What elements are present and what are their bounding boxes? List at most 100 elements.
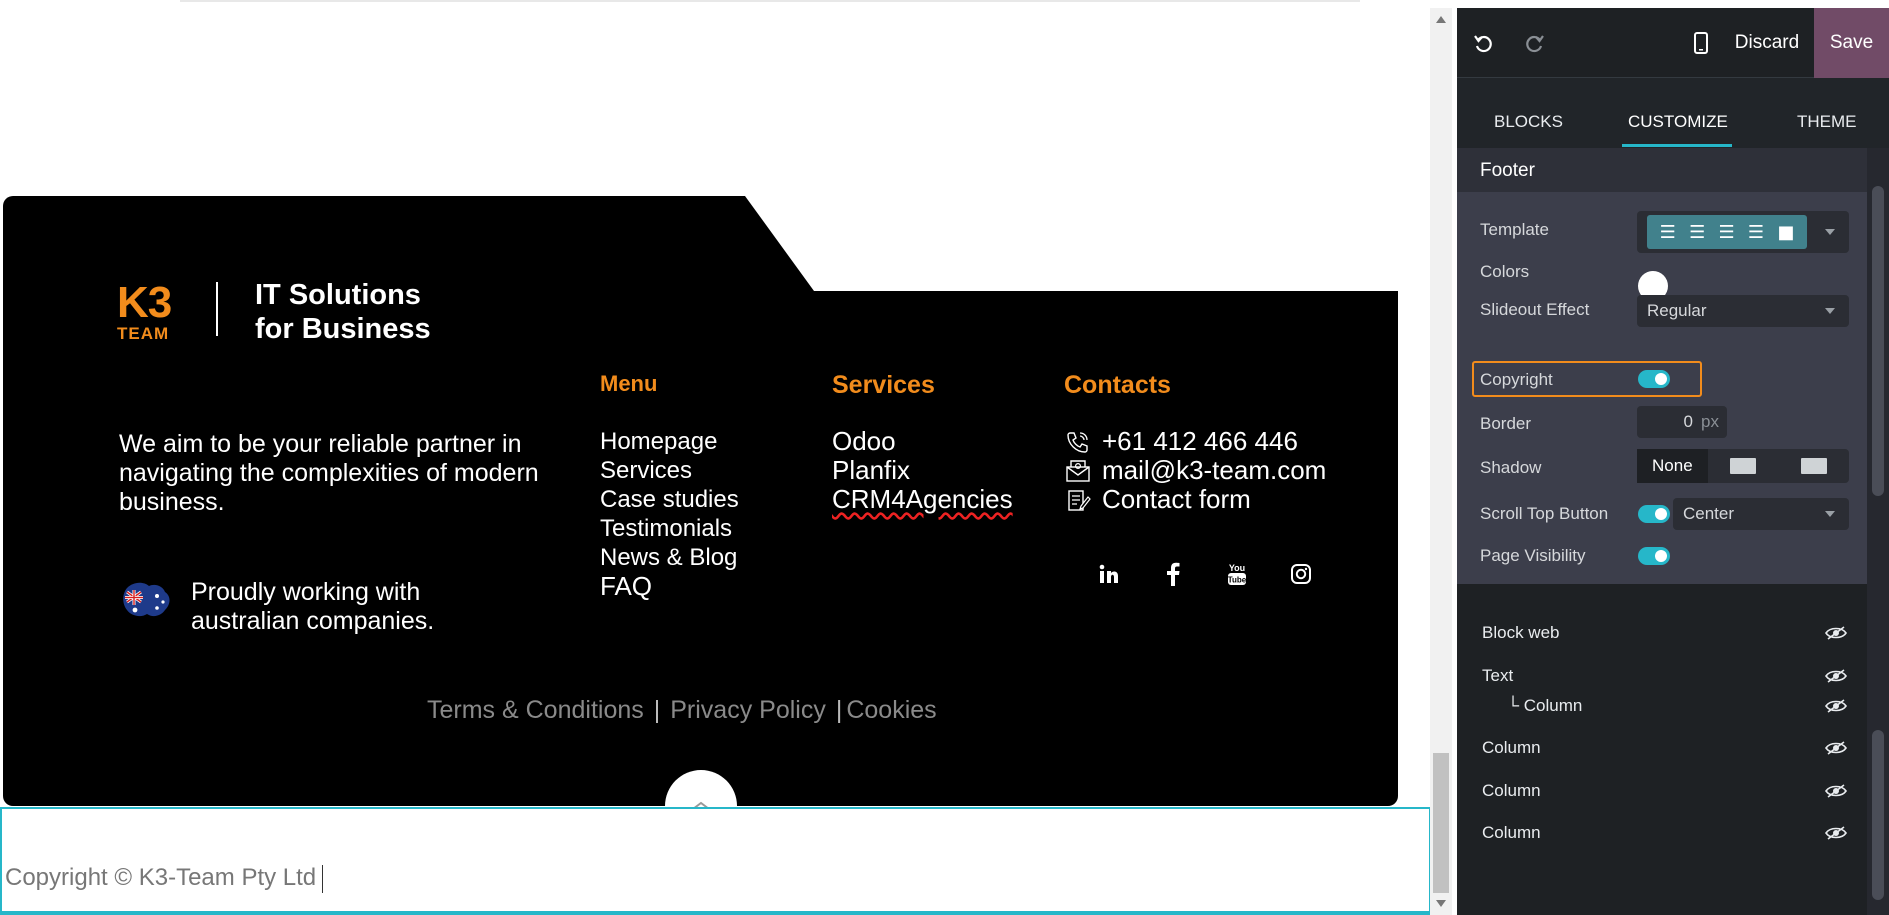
visibility-eye-icon: [1825, 699, 1847, 713]
top-divider: [180, 0, 1360, 2]
shadow-none-button[interactable]: None: [1637, 449, 1708, 483]
logo-k3: K3: [117, 278, 172, 327]
layer-column[interactable]: Column: [1482, 823, 1541, 843]
shadow-inset-button[interactable]: [1778, 449, 1849, 483]
scroll-down-arrow-icon[interactable]: [1436, 900, 1446, 907]
about-text: We aim to be your reliable partner in na…: [119, 430, 539, 516]
footer-notch-shape: [745, 196, 1398, 291]
menu-link-services[interactable]: Services: [600, 456, 739, 485]
copyright-label: Copyright: [1480, 370, 1553, 389]
australia-flag-icon: [119, 578, 173, 622]
copyright-section[interactable]: Copyright © K3-Team Pty Ltd: [0, 807, 1431, 915]
undo-button[interactable]: [1457, 8, 1509, 78]
footer-menu-column: Menu Homepage Services Case studies Test…: [600, 371, 739, 601]
page-visibility-toggle[interactable]: [1638, 547, 1670, 565]
website-canvas: K3 TEAM IT Solutions for Business We aim…: [0, 0, 1440, 915]
options-title: Footer: [1457, 148, 1867, 192]
australia-text: Proudly working with australian companie…: [191, 578, 461, 636]
scroll-up-arrow-icon[interactable]: [1436, 16, 1446, 23]
menu-link-homepage[interactable]: Homepage: [600, 427, 739, 456]
service-link-planfix[interactable]: Planfix: [832, 456, 1013, 485]
youtube-icon[interactable]: You Tube: [1205, 558, 1269, 590]
legal-separator: |: [653, 696, 661, 724]
service-link-odoo[interactable]: Odoo: [832, 427, 1013, 456]
copyright-text[interactable]: Copyright © K3-Team Pty Ltd: [5, 864, 324, 893]
shadow-inset-icon: [1800, 458, 1827, 474]
scroll-top-position-select[interactable]: Center: [1673, 498, 1849, 530]
terms-link[interactable]: Terms & Conditions: [427, 696, 644, 724]
menu-link-testimonials[interactable]: Testimonials: [600, 514, 739, 543]
scrollbar-thumb[interactable]: [1433, 753, 1449, 893]
shadow-none-label: None: [1652, 456, 1693, 475]
template-dropdown-caret-icon[interactable]: [1825, 229, 1835, 235]
tab-theme[interactable]: THEME: [1797, 112, 1857, 132]
scroll-top-position-value: Center: [1683, 504, 1735, 523]
layer-text[interactable]: Text: [1482, 666, 1513, 686]
contact-phone-text: +61 412 466 446: [1102, 426, 1298, 456]
layers-scrollbar[interactable]: [1867, 584, 1889, 915]
layer-block-web[interactable]: Block web: [1482, 623, 1559, 643]
shadow-options: None: [1637, 449, 1849, 483]
menu-link-news-blog[interactable]: News & Blog: [600, 543, 739, 572]
legal-separator: |: [835, 696, 843, 724]
template-label: Template: [1480, 220, 1549, 239]
menu-link-faq[interactable]: FAQ: [600, 572, 739, 601]
logo-divider: [216, 282, 218, 336]
tagline-line-1: IT Solutions: [255, 279, 421, 311]
active-tab-indicator: [1622, 144, 1732, 147]
australia-note: Proudly working with australian companie…: [119, 578, 461, 636]
visibility-eye-icon: [1825, 626, 1847, 640]
layer-column-child[interactable]: └ Column: [1507, 696, 1582, 716]
discard-button[interactable]: Discard: [1727, 8, 1807, 78]
privacy-link[interactable]: Privacy Policy: [670, 696, 826, 724]
layers-scrollbar-thumb[interactable]: [1872, 730, 1884, 900]
legal-links: Terms & Conditions | Privacy Policy | Cookie…: [427, 696, 937, 725]
layer-column[interactable]: Column: [1482, 781, 1541, 801]
visibility-eye-icon: [1825, 826, 1847, 840]
footer-options: Footer Template ☰ ☰ ☰ ☰ ■ Colors Slideou…: [1457, 148, 1867, 584]
cookies-link[interactable]: Cookies: [846, 696, 936, 724]
tab-blocks[interactable]: BLOCKS: [1494, 112, 1563, 132]
editor-toolbar: Discard Save: [1457, 8, 1889, 78]
service-link-crm4agencies[interactable]: CRM4Agencies: [832, 485, 1013, 514]
services-heading: Services: [832, 371, 935, 399]
redo-button[interactable]: [1509, 8, 1561, 78]
tagline: IT Solutions for Business: [255, 278, 431, 346]
linkedin-icon[interactable]: [1077, 558, 1141, 590]
template-selector[interactable]: ☰ ☰ ☰ ☰ ■: [1637, 211, 1849, 253]
slideout-select[interactable]: Regular: [1637, 295, 1849, 327]
options-scrollbar[interactable]: [1867, 148, 1889, 584]
text-cursor: [322, 864, 324, 893]
facebook-icon[interactable]: [1141, 558, 1205, 590]
save-button[interactable]: Save: [1814, 8, 1889, 78]
redo-icon: [1526, 35, 1544, 53]
contact-form-text: Contact form: [1102, 484, 1251, 514]
options-scrollbar-thumb[interactable]: [1872, 186, 1884, 496]
logo-team: TEAM: [117, 324, 170, 343]
menu-link-case-studies[interactable]: Case studies: [600, 485, 739, 514]
contact-form-link[interactable]: Contact form: [1064, 485, 1326, 514]
mobile-preview-button[interactable]: [1675, 8, 1727, 78]
template-selected[interactable]: ☰ ☰ ☰ ☰ ■: [1647, 215, 1807, 249]
footer-services-column: Services Odoo Planfix CRM4Agencies: [832, 371, 1013, 514]
contact-email[interactable]: mail@k3-team.com: [1064, 456, 1326, 485]
contact-email-text: mail@k3-team.com: [1102, 455, 1327, 485]
menu-heading: Menu: [600, 371, 658, 396]
shadow-outset-button[interactable]: [1708, 449, 1779, 483]
instagram-icon[interactable]: [1269, 558, 1333, 590]
canvas-scrollbar[interactable]: [1430, 8, 1452, 915]
colors-label: Colors: [1480, 262, 1530, 281]
undo-icon: [1474, 35, 1492, 53]
align-justify-icon: ☰: [1747, 221, 1765, 243]
mobile-icon: [1694, 32, 1708, 54]
contact-phone[interactable]: +61 412 466 446: [1064, 427, 1326, 456]
k3-logo[interactable]: K3 TEAM: [117, 278, 172, 343]
scroll-top-toggle[interactable]: [1638, 505, 1670, 523]
shadow-outset-icon: [1730, 458, 1756, 474]
copyright-text-content: Copyright © K3-Team Pty Ltd: [5, 864, 317, 891]
visibility-eye-icon: [1825, 669, 1847, 683]
copyright-toggle[interactable]: [1638, 370, 1670, 388]
border-input[interactable]: 0 px: [1637, 406, 1727, 438]
layer-column[interactable]: Column: [1482, 738, 1541, 758]
tab-customize[interactable]: CUSTOMIZE: [1628, 112, 1728, 132]
